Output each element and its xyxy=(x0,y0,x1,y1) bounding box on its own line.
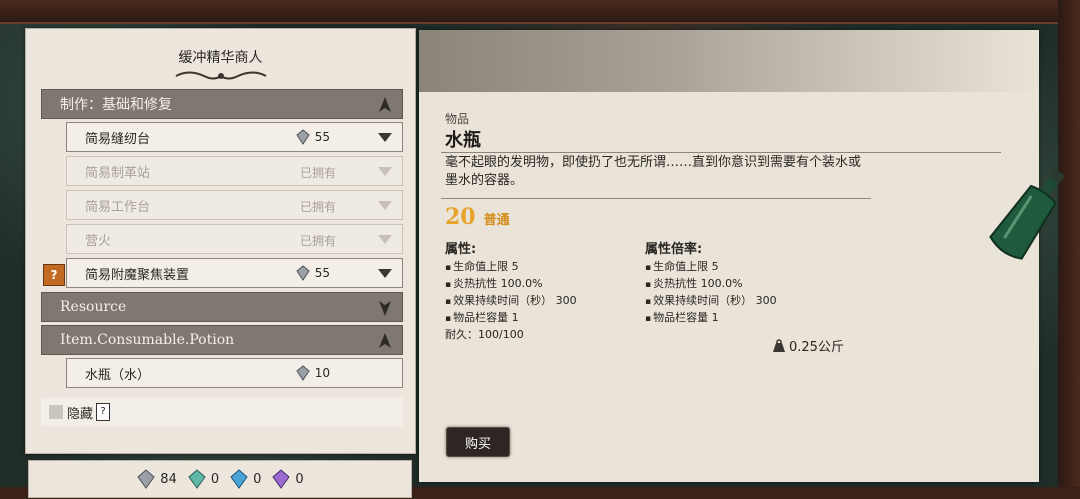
header-band xyxy=(419,30,1039,92)
collapse-arrow-icon xyxy=(379,333,391,348)
collapse-arrow-icon xyxy=(379,97,391,112)
item-label: 简易缝纫台 xyxy=(85,131,151,147)
currency-bar: 84 0 0 0 xyxy=(28,460,412,498)
merchant-title: 缓冲精华商人 xyxy=(178,50,263,66)
divider xyxy=(441,152,1001,153)
category-resource[interactable]: Resource xyxy=(41,292,403,322)
frame-top xyxy=(0,0,1080,24)
item-label: 简易制革站 xyxy=(85,165,151,181)
category-label: 制作：基础和修复 xyxy=(60,97,172,113)
attribute-line: 物品栏容量 1 xyxy=(445,310,577,327)
attributes-title: 属性: xyxy=(445,242,477,257)
attribute-line: 炎热抗性 100.0% xyxy=(645,276,777,293)
owned-label: 已拥有 xyxy=(299,234,336,248)
attributes-column: 属性: 生命值上限 5 炎热抗性 100.0% 效果持续时间（秒） 300 物品… xyxy=(445,242,577,342)
attribute-line: 炎热抗性 100.0% xyxy=(445,276,577,293)
unknown-recipe-icon: ? xyxy=(43,264,65,286)
help-icon[interactable]: ? xyxy=(96,403,111,421)
weight-icon xyxy=(773,338,785,352)
item-detail-panel: 物品 水瓶 毫不起眼的发明物，即使扔了也无所谓……直到你意识到需要有个装水或墨水… xyxy=(419,30,1039,482)
list-item-water-bottle[interactable]: 水瓶（水） 10 xyxy=(66,358,403,388)
merchant-list-panel: 缓冲精华商人 制作：基础和修复 简易缝纫台 55 简易制革站 已拥有 简易工作台… xyxy=(25,28,416,454)
expand-arrow-icon[interactable] xyxy=(378,133,392,142)
hide-toggle-row[interactable]: 隐藏 ? xyxy=(41,398,403,426)
water-bottle-icon xyxy=(989,168,1065,260)
item-label: 简易附魔聚焦装置 xyxy=(85,267,190,283)
attribute-line: 效果持续时间（秒） 300 xyxy=(445,293,577,310)
ornament-icon xyxy=(175,71,267,80)
item-label: 简易工作台 xyxy=(85,199,151,215)
list-item-enchanting-focus[interactable]: ? 简易附魔聚焦装置 55 xyxy=(43,258,403,288)
owned-label: 已拥有 xyxy=(299,166,336,180)
essence-icon xyxy=(296,265,310,281)
merchant-list: 制作：基础和修复 简易缝纫台 55 简易制革站 已拥有 简易工作台 已拥有 营火… xyxy=(41,89,403,392)
category-potion[interactable]: Item.Consumable.Potion xyxy=(41,325,403,355)
currency-amount: 84 xyxy=(160,471,177,487)
weight-value: 0.25公斤 xyxy=(789,340,844,355)
item-price-value: 10 xyxy=(314,366,330,380)
attribute-multiplier-column: 属性倍率: 生命值上限 5 炎热抗性 100.0% 效果持续时间（秒） 300 … xyxy=(645,242,777,327)
item-rarity: 普通 xyxy=(483,213,510,228)
expand-arrow-icon[interactable] xyxy=(378,167,392,176)
item-weight: 0.25公斤 xyxy=(772,336,844,355)
list-item-sewing-table[interactable]: 简易缝纫台 55 xyxy=(66,122,403,152)
item-category: 物品 xyxy=(445,112,470,126)
durability: 耐久：100/100 xyxy=(445,328,524,341)
purple-essence-icon xyxy=(272,469,291,489)
item-price: 10 xyxy=(295,365,330,381)
attribute-line: 物品栏容量 1 xyxy=(645,310,777,327)
item-description: 毫不起眼的发明物，即使扔了也无所谓……直到你意识到需要有个装水或墨水的容器。 xyxy=(445,155,862,188)
expand-arrow-icon xyxy=(379,301,391,316)
currency-amount: 0 xyxy=(253,471,262,487)
currency-blue: 0 xyxy=(229,469,261,489)
essence-icon xyxy=(296,129,310,145)
item-level: 20 xyxy=(445,204,476,230)
currency-green: 0 xyxy=(187,469,219,489)
green-essence-icon xyxy=(188,469,206,489)
buy-button[interactable]: 购买 xyxy=(446,427,510,457)
currency-purple: 0 xyxy=(271,469,304,489)
item-name: 水瓶 xyxy=(445,130,481,151)
hide-checkbox[interactable] xyxy=(49,405,63,419)
item-price: 55 xyxy=(295,265,330,281)
expand-arrow-icon[interactable] xyxy=(378,235,392,244)
blue-essence-icon xyxy=(230,469,248,489)
level-row: 20 普通 xyxy=(445,204,510,230)
list-item-campfire[interactable]: 营火 已拥有 xyxy=(66,224,403,254)
currency-grey: 84 xyxy=(136,469,177,489)
category-label: Resource xyxy=(60,299,127,315)
item-price-value: 55 xyxy=(314,266,330,280)
hide-label: 隐藏 xyxy=(67,406,94,422)
item-label: 水瓶（水） xyxy=(85,367,151,383)
expand-arrow-icon[interactable] xyxy=(378,269,392,278)
essence-icon xyxy=(296,365,310,381)
attribute-line: 生命值上限 5 xyxy=(645,259,777,276)
currency-amount: 0 xyxy=(295,471,304,487)
category-label: Item.Consumable.Potion xyxy=(60,332,235,348)
item-label: 营火 xyxy=(85,233,112,249)
attribute-multiplier-title: 属性倍率: xyxy=(645,242,703,257)
list-item-workbench[interactable]: 简易工作台 已拥有 xyxy=(66,190,403,220)
grey-essence-icon xyxy=(137,469,155,489)
item-price-value: 55 xyxy=(314,130,330,144)
list-item-tanning-station[interactable]: 简易制革站 已拥有 xyxy=(66,156,403,186)
expand-arrow-icon[interactable] xyxy=(378,201,392,210)
item-price: 55 xyxy=(295,129,330,145)
category-crafting[interactable]: 制作：基础和修复 xyxy=(41,89,403,119)
attribute-line: 生命值上限 5 xyxy=(445,259,577,276)
owned-label: 已拥有 xyxy=(299,200,336,214)
divider xyxy=(441,198,871,199)
attribute-line: 效果持续时间（秒） 300 xyxy=(645,293,777,310)
currency-amount: 0 xyxy=(210,471,220,487)
